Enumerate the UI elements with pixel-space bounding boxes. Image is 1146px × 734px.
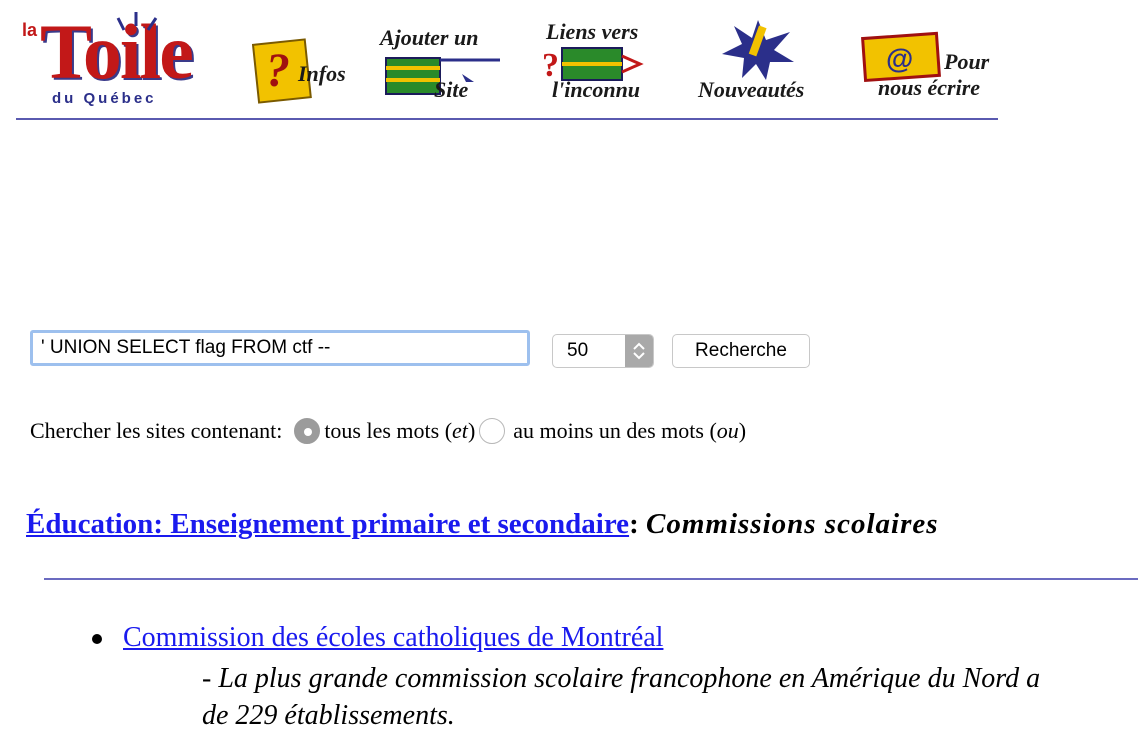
search-input[interactable] bbox=[30, 330, 530, 366]
nav-ecrire-label-1: Pour bbox=[944, 49, 990, 74]
nav-liens-label-2: l'inconnu bbox=[552, 77, 641, 102]
radio-all-words-label: tous les mots (et) bbox=[324, 418, 476, 443]
nav-nouveautes-label: Nouveautés bbox=[698, 77, 805, 102]
nav-ajouter-label-1: Ajouter un bbox=[380, 25, 479, 50]
chevron-up-down-icon bbox=[633, 342, 645, 360]
nav-nous-ecrire[interactable]: @ Pour nous écrire bbox=[858, 16, 1008, 108]
nav-infos-label: Infos bbox=[298, 61, 346, 86]
search-mode-label: Chercher les sites contenant: bbox=[30, 418, 283, 443]
sparkle-icon bbox=[116, 12, 158, 31]
result-description: - La plus grande commission scolaire fra… bbox=[202, 660, 1146, 734]
svg-text:?: ? bbox=[266, 44, 290, 97]
category-heading: Éducation: Enseignement primaire et seco… bbox=[26, 508, 939, 541]
results-count-select[interactable]: 50 bbox=[552, 334, 654, 368]
nav-ajouter-site[interactable]: Ajouter un Site bbox=[378, 16, 508, 108]
search-button[interactable]: Recherche bbox=[672, 334, 810, 368]
result-link[interactable]: Commission des écoles catholiques de Mon… bbox=[123, 622, 663, 654]
result-description-line2: de 229 établissements. bbox=[202, 700, 455, 731]
nav-liens-label-1: Liens vers bbox=[546, 19, 639, 44]
radio-any-word-op: ou bbox=[716, 418, 739, 443]
search-mode-row: Chercher les sites contenant: tous les m… bbox=[30, 418, 746, 444]
radio-all-words-op: et bbox=[452, 418, 468, 443]
nav-liens-inconnu[interactable]: Liens vers ? l'inconnu bbox=[540, 16, 670, 108]
results-divider bbox=[44, 578, 1138, 580]
list-bullet bbox=[92, 634, 102, 644]
site-logo[interactable]: la Toile du Québec bbox=[18, 10, 223, 110]
nav-infos[interactable]: ? Infos bbox=[250, 16, 360, 108]
nav-ajouter-label-2: Site bbox=[434, 77, 469, 102]
logo-quebec-text: du Québec bbox=[52, 90, 157, 107]
select-stepper[interactable] bbox=[625, 335, 653, 367]
star-burst-icon bbox=[722, 20, 794, 80]
svg-text:@: @ bbox=[886, 43, 913, 74]
result-description-line1: - La plus grande commission scolaire fra… bbox=[202, 663, 1041, 694]
header-divider bbox=[16, 118, 998, 120]
nav-nouveautes[interactable]: Nouveautés bbox=[696, 16, 836, 108]
radio-any-word-text: au moins un des mots bbox=[513, 418, 710, 443]
radio-any-word[interactable] bbox=[479, 418, 506, 444]
category-breadcrumb-link[interactable]: Éducation: Enseignement primaire et seco… bbox=[26, 508, 629, 540]
radio-all-words[interactable] bbox=[294, 418, 321, 444]
radio-all-words-text: tous les mots bbox=[324, 418, 445, 443]
nav-ecrire-label-2: nous écrire bbox=[878, 75, 981, 100]
radio-any-word-label: au moins un des mots (ou) bbox=[513, 418, 747, 443]
category-separator: : bbox=[629, 508, 639, 540]
logo-la-text: la bbox=[22, 20, 38, 40]
results-count-value: 50 bbox=[567, 340, 589, 361]
category-title: Commissions scolaires bbox=[645, 508, 939, 540]
